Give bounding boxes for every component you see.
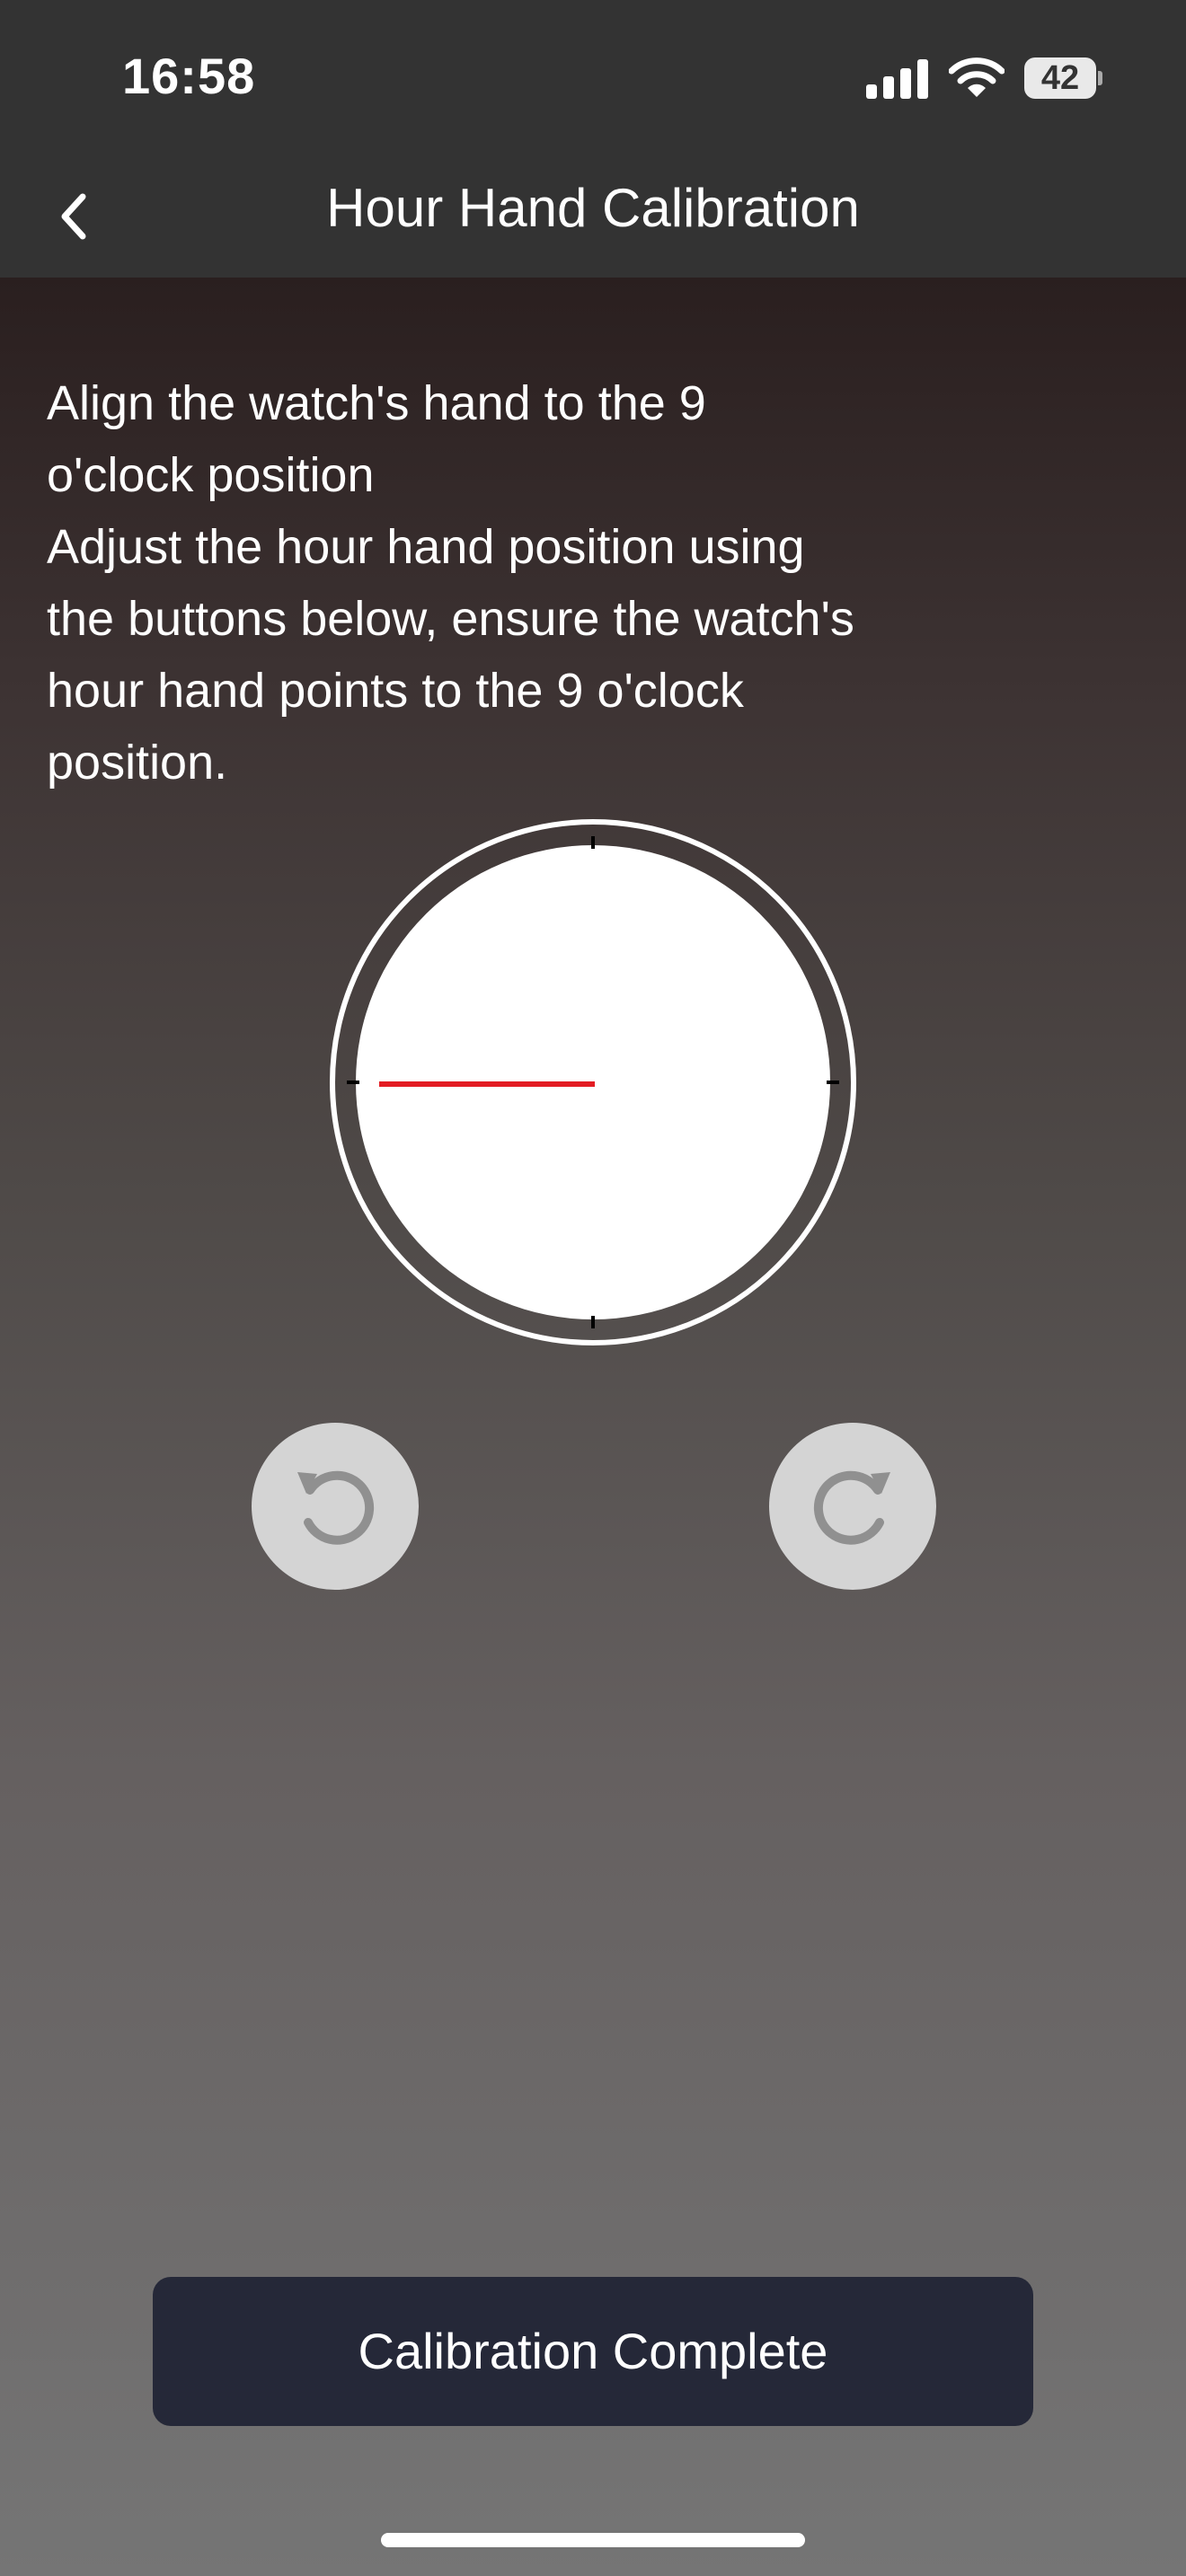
nav-bar: Hour Hand Calibration bbox=[0, 157, 1186, 278]
chevron-left-icon bbox=[61, 193, 86, 240]
page-title: Hour Hand Calibration bbox=[326, 178, 860, 238]
calibration-complete-button[interactable]: Calibration Complete bbox=[153, 2277, 1033, 2426]
signal-icon bbox=[866, 59, 928, 99]
battery-cap bbox=[1098, 71, 1102, 85]
back-button[interactable] bbox=[36, 177, 117, 258]
instruction-text: Align the watch's hand to the 9 o'clock … bbox=[47, 376, 854, 790]
battery-level: 42 bbox=[1040, 59, 1080, 97]
watch-dial bbox=[330, 819, 856, 1345]
rotate-ccw-icon bbox=[297, 1470, 375, 1545]
rotate-clockwise-button[interactable] bbox=[769, 1423, 936, 1590]
status-bar: 16:58 42 bbox=[0, 0, 1186, 157]
battery-icon: 42 bbox=[1024, 57, 1102, 99]
status-time: 16:58 bbox=[122, 48, 256, 104]
main-content: Align the watch's hand to the 9 o'clock … bbox=[0, 278, 1186, 2576]
wifi-icon bbox=[949, 57, 1005, 97]
rotate-counterclockwise-button[interactable] bbox=[252, 1423, 419, 1590]
home-indicator bbox=[381, 2533, 805, 2547]
rotate-cw-icon bbox=[813, 1470, 890, 1545]
